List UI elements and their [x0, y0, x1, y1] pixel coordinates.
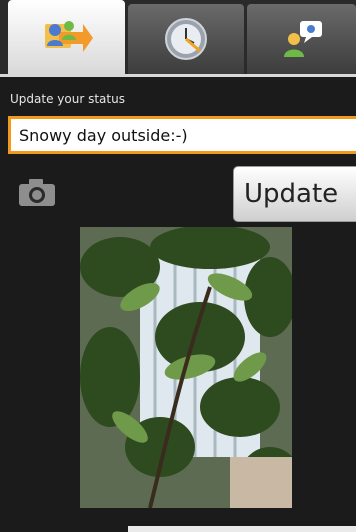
contacts-share-icon	[45, 21, 94, 52]
tab-history[interactable]	[127, 4, 245, 74]
status-label: Update your status	[10, 92, 125, 106]
status-input[interactable]	[8, 116, 356, 154]
tab-chat[interactable]	[247, 4, 356, 74]
bottom-edge	[128, 526, 356, 532]
attached-photo[interactable]	[80, 227, 292, 508]
camera-icon	[19, 179, 55, 206]
tab-bar	[0, 0, 356, 74]
chat-people-icon	[283, 21, 322, 57]
update-button[interactable]: Update	[233, 166, 356, 222]
clock-icon	[164, 18, 207, 60]
camera-button[interactable]	[16, 176, 58, 208]
tab-contacts[interactable]	[8, 0, 125, 74]
plant-photo-image	[80, 227, 292, 508]
tab-indicator	[0, 74, 356, 77]
